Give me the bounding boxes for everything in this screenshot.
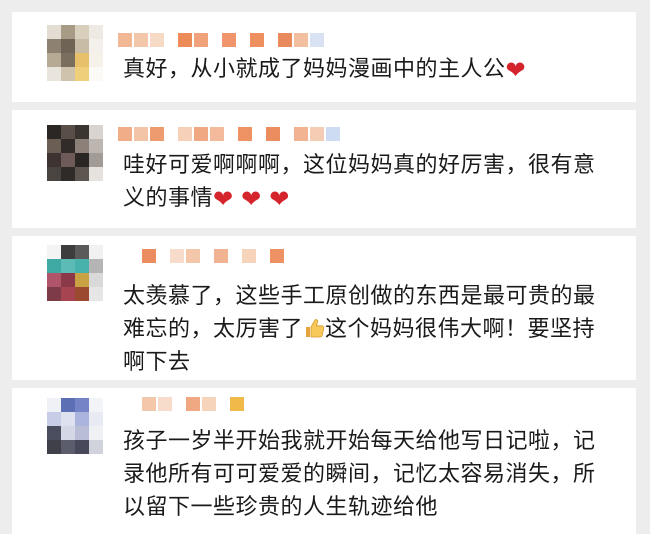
username-blurred[interactable] <box>118 396 244 412</box>
avatar-blurred[interactable] <box>47 25 103 81</box>
comment-card: 孩子一岁半开始我就开始每天给他写日记啦，记录他所有可可爱爱的瞬间，记忆太容易消失… <box>12 388 636 534</box>
username-blurred[interactable] <box>118 126 340 142</box>
comment-body: 哇好可爱啊啊啊，这位妈妈真的好厉害，很有意义的事情 <box>123 153 596 211</box>
comment-body: 真好，从小就成了妈妈漫画中的主人公 <box>123 57 506 82</box>
avatar-blurred[interactable] <box>47 398 103 454</box>
red-heart-emoji: ❤ <box>213 185 234 213</box>
comment-card: 真好，从小就成了妈妈漫画中的主人公❤ <box>12 12 636 102</box>
red-heart-emoji: ❤ <box>241 185 262 213</box>
comment-text: 孩子一岁半开始我就开始每天给他写日记啦，记录他所有可可爱爱的瞬间，记忆太容易消失… <box>123 425 614 524</box>
username-blurred[interactable] <box>118 32 324 48</box>
comment-card: 太羡慕了，这些手工原创做的东西是最可贵的最难忘的，太厉害了 这个妈妈很伟大啊！要坚… <box>12 236 636 380</box>
comment-text: 真好，从小就成了妈妈漫画中的主人公❤ <box>123 53 614 86</box>
comment-text: 哇好可爱啊啊啊，这位妈妈真的好厉害，很有意义的事情❤ ❤ ❤ <box>123 149 614 215</box>
thumbs-up-icon <box>303 316 325 338</box>
comment-text: 太羡慕了，这些手工原创做的东西是最可贵的最难忘的，太厉害了 这个妈妈很伟大啊！要坚… <box>123 280 614 379</box>
comment-card: 哇好可爱啊啊啊，这位妈妈真的好厉害，很有意义的事情❤ ❤ ❤ <box>12 110 636 228</box>
avatar-blurred[interactable] <box>47 125 103 181</box>
comment-body: 孩子一岁半开始我就开始每天给他写日记啦，记录他所有可可爱爱的瞬间，记忆太容易消失… <box>123 429 596 520</box>
username-blurred[interactable] <box>118 248 284 264</box>
red-heart-emoji: ❤ <box>269 185 290 213</box>
avatar-blurred[interactable] <box>47 245 103 301</box>
red-heart-emoji: ❤ <box>505 56 527 84</box>
